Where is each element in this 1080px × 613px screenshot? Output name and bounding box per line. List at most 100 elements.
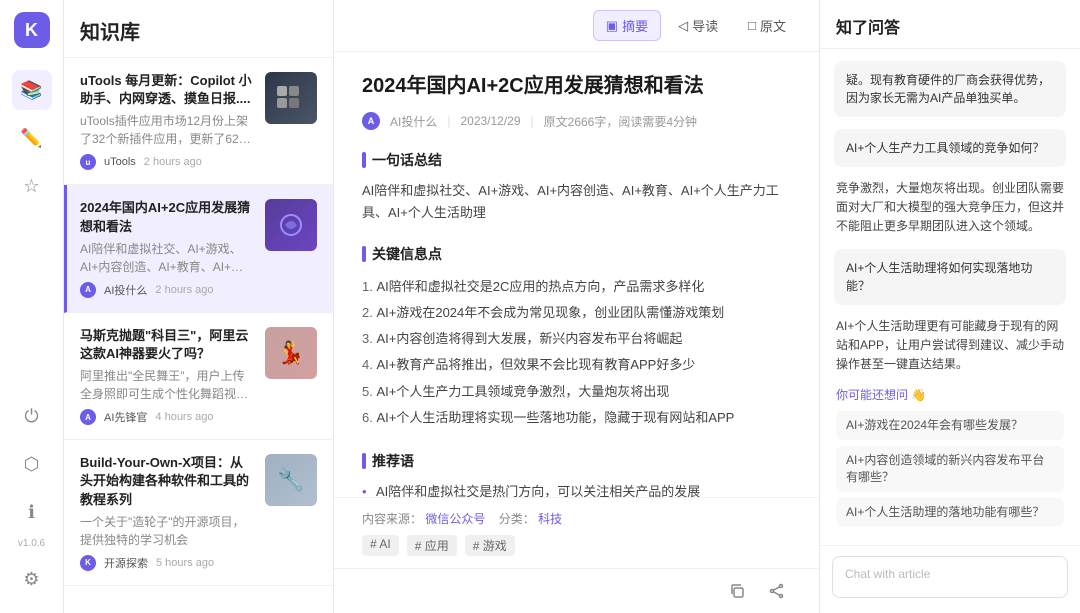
tag[interactable]: # 应用 <box>407 535 457 556</box>
suggested-question[interactable]: AI+游戏在2024年会有哪些发展？ <box>836 411 1064 440</box>
meta-source-icon: A <box>362 112 380 130</box>
key-info-item: AI+个人生活助理将实现一些落地功能，隐藏于现有网站和APP <box>362 405 791 431</box>
sidebar-item-power[interactable]: ⏻ <box>12 396 52 436</box>
list-item[interactable]: Build-Your-Own-X项目：从头开始构建各种软件和工具的教程系列 一个… <box>64 440 333 586</box>
article-desc: 一个关于"造轮子"的开源项目，提供独特的学习机会 <box>80 513 255 549</box>
section-bar-icon <box>362 246 366 262</box>
key-info-item: AI+游戏在2024年不会成为常见现象，创业团队需懂游戏策划 <box>362 300 791 326</box>
sidebar-item-edit[interactable]: ✏️ <box>12 118 52 158</box>
articles-scroll: uTools 每月更新：Copilot 小助手、内网穿透、摸鱼日报.... uT… <box>64 58 333 613</box>
sidebar: K 📚 ✏️ ☆ ⏻ ⬡ ℹ v1.0.6 ⚙ <box>0 0 64 613</box>
detail-actions <box>334 568 819 613</box>
detail-footer: 内容来源： 微信公众号 分类： 科技 # AI # 应用 # 游戏 <box>334 497 819 568</box>
key-info-section: 关键信息点 AI陪伴和虚拟社交是2C应用的热点方向，产品需求多样化 AI+游戏在… <box>362 244 791 431</box>
guide-tab[interactable]: ◁ 导读 <box>665 10 731 41</box>
article-detail-panel: ▣ 摘要 ◁ 导读 □ 原文 2024年国内AI+2C应用发展猜想和看法 A A… <box>334 0 820 613</box>
guide-icon: ◁ <box>678 18 688 34</box>
sidebar-item-settings[interactable]: ⚙ <box>12 559 52 599</box>
sidebar-item-layers[interactable]: ⬡ <box>12 444 52 484</box>
article-thumbnail <box>265 72 317 124</box>
article-desc: 阿里推出"全民舞王"，用户上传全身照即可生成个性化舞蹈视频。 <box>80 367 255 403</box>
version-label: v1.0.6 <box>18 538 45 549</box>
original-icon: □ <box>748 18 756 33</box>
source-name: AI先锋官 <box>104 409 147 425</box>
chat-header: 知了问答 <box>820 0 1080 49</box>
article-title: 马斯克抛题"科目三"，阿里云这款AI神器要火了吗？ <box>80 327 255 363</box>
summary-tab[interactable]: ▣ 摘要 <box>593 10 661 41</box>
article-title: uTools 每月更新：Copilot 小助手、内网穿透、摸鱼日报.... <box>80 72 255 108</box>
tag[interactable]: # AI <box>362 535 399 556</box>
suggest-section: 推荐语 AI陪伴和虚拟社交是热门方向，可以关注相关产品的发展 AI+游戏需要懂游… <box>362 451 791 497</box>
article-title: Build-Your-Own-X项目：从头开始构建各种软件和工具的教程系列 <box>80 454 255 509</box>
key-info-list: AI陪伴和虚拟社交是2C应用的热点方向，产品需求多样化 AI+游戏在2024年不… <box>362 274 791 431</box>
meta-date: 2023/12/29 <box>460 114 520 128</box>
article-list-panel: 知识库 uTools 每月更新：Copilot 小助手、内网穿透、摸鱼日报...… <box>64 0 334 613</box>
chat-input[interactable] <box>832 556 1068 598</box>
article-time: 5 hours ago <box>156 557 214 569</box>
key-info-item: AI+内容创造将得到大发展，新兴内容发布平台将崛起 <box>362 326 791 352</box>
article-card-header: uTools 每月更新：Copilot 小助手、内网穿透、摸鱼日报.... uT… <box>80 72 317 148</box>
meta-word-count: 原文2666字，阅读需要4分钟 <box>544 113 697 130</box>
article-thumbnail: 💃 <box>265 327 317 379</box>
suggested-question[interactable]: AI+个人生活助理的落地功能有哪些？ <box>836 498 1064 527</box>
suggest-item: AI陪伴和虚拟社交是热门方向，可以关注相关产品的发展 <box>362 481 791 497</box>
key-info-item: AI陪伴和虚拟社交是2C应用的热点方向，产品需求多样化 <box>362 274 791 300</box>
article-desc: uTools插件应用市场12月份上架了32个新插件应用，更新了62个插件应用 <box>80 112 255 148</box>
chat-suggested-section: 你可能还想问 👋 AI+游戏在2024年会有哪些发展？ AI+内容创造领域的新兴… <box>834 386 1066 532</box>
tag[interactable]: # 游戏 <box>465 535 515 556</box>
detail-toolbar: ▣ 摘要 ◁ 导读 □ 原文 <box>334 0 819 52</box>
source-icon: u <box>80 154 96 170</box>
source-icon: K <box>80 555 96 571</box>
article-time: 2 hours ago <box>144 156 202 168</box>
chat-message: 疑。现有教育硬件的厂商会获得优势，因为家长无需为AI产品单独买单。 <box>834 61 1066 117</box>
suggested-label: 你可能还想问 👋 <box>836 386 1064 403</box>
chat-input-area <box>820 545 1080 613</box>
article-thumbnail: 🔧 <box>265 454 317 506</box>
article-desc: AI陪伴和虚拟社交、AI+游戏、AI+内容创造、AI+教育、AI+个人生产力工具… <box>80 240 255 276</box>
article-title: 2024年国内AI+2C应用发展猜想和看法 <box>80 199 255 235</box>
sidebar-item-star[interactable]: ☆ <box>12 166 52 206</box>
list-item[interactable]: 马斯克抛题"科目三"，阿里云这款AI神器要火了吗？ 阿里推出"全民舞王"，用户上… <box>64 313 333 440</box>
source-name: AI投什么 <box>104 282 147 298</box>
source-link[interactable]: 微信公众号 <box>425 512 485 526</box>
category-value[interactable]: 科技 <box>538 512 562 526</box>
article-thumbnail <box>265 199 317 251</box>
chat-answer: AI+个人生活助理更有可能藏身于现有的网站和APP，让用户尝试得到建议、减少手动… <box>834 317 1066 375</box>
chat-message: AI+个人生产力工具领域的竞争如何？ <box>834 129 1066 167</box>
list-item[interactable]: 2024年国内AI+2C应用发展猜想和看法 AI陪伴和虚拟社交、AI+游戏、AI… <box>64 185 333 312</box>
chat-panel: 知了问答 疑。现有教育硬件的厂商会获得优势，因为家长无需为AI产品单独买单。 A… <box>820 0 1080 613</box>
tag-row: # AI # 应用 # 游戏 <box>362 535 791 556</box>
sidebar-item-library[interactable]: 📚 <box>12 70 52 110</box>
chat-answer: 竞争激烈，大量炮灰将出现。创业团队需要面对大厂和大模型的强大竞争压力，但这并不能… <box>834 179 1066 237</box>
key-info-item: AI+个人生产力工具领域竞争激烈，大量炮灰将出现 <box>362 379 791 405</box>
list-item[interactable]: uTools 每月更新：Copilot 小助手、内网穿透、摸鱼日报.... uT… <box>64 58 333 185</box>
chat-message: AI+个人生活助理将如何实现落地功能？ <box>834 249 1066 305</box>
sidebar-item-info[interactable]: ℹ <box>12 492 52 532</box>
panel-title: 知识库 <box>64 0 333 58</box>
source-icon: A <box>80 409 96 425</box>
source-icon: A <box>80 282 96 298</box>
detail-title: 2024年国内AI+2C应用发展猜想和看法 <box>362 72 791 100</box>
logo[interactable]: K <box>14 12 50 48</box>
chat-messages: 疑。现有教育硬件的厂商会获得优势，因为家长无需为AI产品单独买单。 AI+个人生… <box>820 49 1080 545</box>
source-name: uTools <box>104 156 136 168</box>
detail-scroll: 2024年国内AI+2C应用发展猜想和看法 A AI投什么 | 2023/12/… <box>334 52 819 497</box>
source-label: 内容来源： <box>362 512 422 526</box>
source-name: 开源探索 <box>104 555 148 571</box>
article-time: 2 hours ago <box>155 284 213 296</box>
original-tab[interactable]: □ 原文 <box>735 10 799 41</box>
detail-meta: A AI投什么 | 2023/12/29 | 原文2666字，阅读需要4分钟 <box>362 112 791 130</box>
summary-section: 一句话总结 AI陪伴和虚拟社交、AI+游戏、AI+内容创造、AI+教育、AI+个… <box>362 150 791 224</box>
key-info-item: AI+教育产品将推出，但效果不会比现有教育APP好多少 <box>362 352 791 378</box>
suggest-list: AI陪伴和虚拟社交是热门方向，可以关注相关产品的发展 AI+游戏需要懂游戏策划，… <box>362 481 791 497</box>
section-bar-icon <box>362 453 366 469</box>
suggested-question[interactable]: AI+内容创造领域的新兴内容发布平台有哪些？ <box>836 446 1064 492</box>
summary-text: AI陪伴和虚拟社交、AI+游戏、AI+内容创造、AI+教育、AI+个人生产力工具… <box>362 180 791 224</box>
section-bar-icon <box>362 152 366 168</box>
main-content: 知识库 uTools 每月更新：Copilot 小助手、内网穿透、摸鱼日报...… <box>64 0 1080 613</box>
copy-button[interactable] <box>723 577 751 605</box>
article-time: 4 hours ago <box>155 411 213 423</box>
share-button[interactable] <box>763 577 791 605</box>
category-label: 分类： <box>499 512 535 526</box>
summary-icon: ▣ <box>606 18 618 34</box>
